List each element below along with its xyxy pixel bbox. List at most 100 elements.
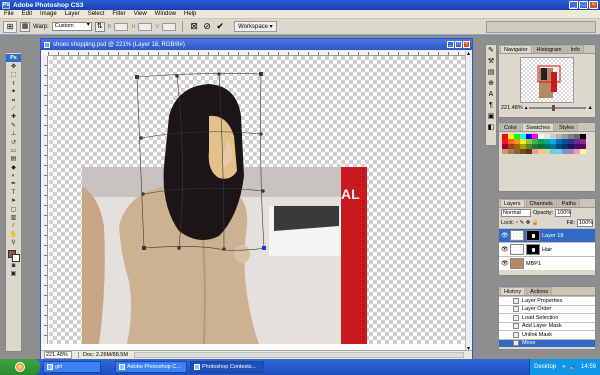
- cancel-transform-icon[interactable]: ⊘: [202, 21, 212, 32]
- toggle-warp-icon[interactable]: ⊠: [189, 21, 199, 32]
- lasso-tool-icon[interactable]: ℓ: [6, 80, 21, 88]
- navigator-zoom-slider[interactable]: [529, 105, 586, 111]
- shape-tool-icon[interactable]: ▢: [6, 206, 21, 214]
- tool-preset-picker[interactable]: ⊞: [3, 20, 17, 33]
- opacity-field[interactable]: 100%: [555, 209, 571, 217]
- screen-mode-icon[interactable]: ▣: [6, 270, 21, 278]
- document-title-bar[interactable]: shoes shopping.psd @ 221% (Layer 18, RGB…: [41, 39, 472, 50]
- blur-tool-icon[interactable]: ◆: [6, 164, 21, 172]
- warp-control-point[interactable]: [259, 132, 263, 136]
- tab-histogram[interactable]: Histogram: [532, 45, 566, 53]
- zoom-tool-icon[interactable]: ⚲: [6, 239, 21, 247]
- taskbar-item-girl[interactable]: girl: [43, 361, 101, 373]
- visibility-eye-icon[interactable]: 👁: [501, 246, 509, 253]
- color-swatch[interactable]: [580, 149, 586, 154]
- clone-source-icon[interactable]: ⊕: [486, 78, 496, 89]
- history-step[interactable]: Layer Order: [499, 304, 595, 313]
- dodge-tool-icon[interactable]: ◐: [6, 172, 21, 180]
- crop-tool-icon[interactable]: ⌗: [6, 97, 21, 105]
- move-tool-icon[interactable]: ✥: [6, 63, 21, 71]
- zoom-out-icon[interactable]: ▴: [525, 105, 528, 111]
- menu-layer[interactable]: Layer: [61, 11, 84, 17]
- slice-tool-icon[interactable]: ⟋: [6, 105, 21, 113]
- menu-view[interactable]: View: [130, 11, 151, 17]
- warp-grid-icon[interactable]: ▦: [20, 21, 30, 32]
- brushes-icon[interactable]: ✎: [486, 45, 496, 56]
- marquee-tool-icon[interactable]: ⬚: [6, 71, 21, 79]
- blend-mode-select[interactable]: Normal: [501, 209, 531, 217]
- doc-maximize-button[interactable]: □: [455, 41, 462, 48]
- history-step-current[interactable]: Move: [499, 338, 595, 347]
- tab-info[interactable]: Info: [566, 45, 584, 53]
- color-swatches[interactable]: [6, 248, 21, 262]
- warp-control-point[interactable]: [222, 247, 226, 251]
- warp-control-point[interactable]: [177, 246, 181, 250]
- warp-edge-top[interactable]: [136, 73, 262, 78]
- tray-arrow-icon[interactable]: »: [562, 364, 565, 370]
- close-button[interactable]: ×: [589, 1, 598, 9]
- paragraph-icon[interactable]: ¶: [486, 100, 496, 111]
- warp-control-point[interactable]: [139, 136, 143, 140]
- character-icon[interactable]: A: [486, 89, 496, 100]
- navigator-zoom-value[interactable]: 221.48%: [501, 105, 523, 111]
- doc-minimize-button[interactable]: _: [447, 41, 454, 48]
- horizontal-distortion-field[interactable]: [138, 22, 153, 31]
- photoshop-badge-icon[interactable]: Ps: [6, 54, 21, 62]
- tool-presets-icon[interactable]: ⚒: [486, 56, 496, 67]
- taskbar-item-photoshop[interactable]: Adobe Photoshop C...: [115, 361, 187, 373]
- workspace-button[interactable]: Workspace ▾: [234, 21, 277, 32]
- history-brush-tool-icon[interactable]: ↺: [6, 139, 21, 147]
- doc-close-button[interactable]: ×: [463, 41, 470, 48]
- menu-window[interactable]: Window: [151, 11, 180, 17]
- eraser-tool-icon[interactable]: ▭: [6, 147, 21, 155]
- tab-paths[interactable]: Paths: [557, 199, 580, 207]
- layer-mask-thumbnail[interactable]: [526, 230, 540, 241]
- vertical-distortion-field[interactable]: [162, 22, 177, 31]
- clone-stamp-tool-icon[interactable]: ⊥: [6, 130, 21, 138]
- menu-file[interactable]: File: [0, 11, 18, 17]
- bend-field[interactable]: [114, 22, 129, 31]
- warp-control-point[interactable]: [261, 189, 265, 193]
- tab-color[interactable]: Color: [500, 123, 522, 131]
- background-color-swatch[interactable]: [12, 253, 20, 262]
- menu-edit[interactable]: Edit: [18, 11, 36, 17]
- warp-control-point[interactable]: [141, 192, 145, 196]
- warp-handle-active[interactable]: [262, 246, 266, 250]
- image-canvas[interactable]: AL: [49, 56, 466, 344]
- menu-filter[interactable]: Filter: [108, 11, 129, 17]
- pen-tool-icon[interactable]: ✒: [6, 180, 21, 188]
- notes-tool-icon[interactable]: ▥: [6, 214, 21, 222]
- visibility-eye-icon[interactable]: 👁: [501, 260, 509, 267]
- zoom-in-icon[interactable]: ▲: [588, 105, 593, 111]
- history-step[interactable]: Unlink Mask: [499, 330, 595, 339]
- warp-handle[interactable]: [135, 75, 139, 79]
- zoom-level-field[interactable]: 221.48%: [44, 351, 72, 359]
- document-size-info[interactable]: Doc: 2.26M/88.5M: [78, 352, 128, 358]
- healing-brush-tool-icon[interactable]: ✚: [6, 113, 21, 121]
- quick-mask-icon[interactable]: ◙: [6, 262, 21, 270]
- maximize-button[interactable]: □: [579, 1, 588, 9]
- tab-swatches[interactable]: Swatches: [522, 123, 555, 131]
- tab-styles[interactable]: Styles: [555, 123, 578, 131]
- menu-image[interactable]: Image: [36, 11, 61, 17]
- start-button[interactable]: [0, 359, 40, 375]
- tab-channels[interactable]: Channels: [525, 199, 557, 207]
- magic-wand-tool-icon[interactable]: ✦: [6, 88, 21, 96]
- menu-select[interactable]: Select: [84, 11, 109, 17]
- visibility-eye-icon[interactable]: 👁: [501, 232, 509, 239]
- layer-row[interactable]: 👁 Hair: [499, 242, 595, 256]
- layer-row[interactable]: 👁 MBP1: [499, 256, 595, 270]
- fill-field[interactable]: 100%: [577, 219, 593, 227]
- type-tool-icon[interactable]: T: [6, 189, 21, 197]
- commit-transform-icon[interactable]: ✔: [215, 21, 225, 32]
- vertical-scrollbar[interactable]: [465, 50, 472, 352]
- path-selection-tool-icon[interactable]: ➤: [6, 197, 21, 205]
- warp-handle[interactable]: [259, 72, 263, 76]
- taskbar-item-browser[interactable]: Photoshop Contests...: [190, 361, 264, 373]
- speaker-icon[interactable]: 🔈: [570, 364, 577, 371]
- desktop-toolbar-label[interactable]: Desktop: [534, 364, 556, 370]
- layer-mask-thumbnail[interactable]: [526, 244, 540, 255]
- warp-orientation-icon[interactable]: ⇅: [94, 21, 105, 32]
- brush-tool-icon[interactable]: ✎: [6, 122, 21, 130]
- tab-history[interactable]: History: [500, 287, 526, 295]
